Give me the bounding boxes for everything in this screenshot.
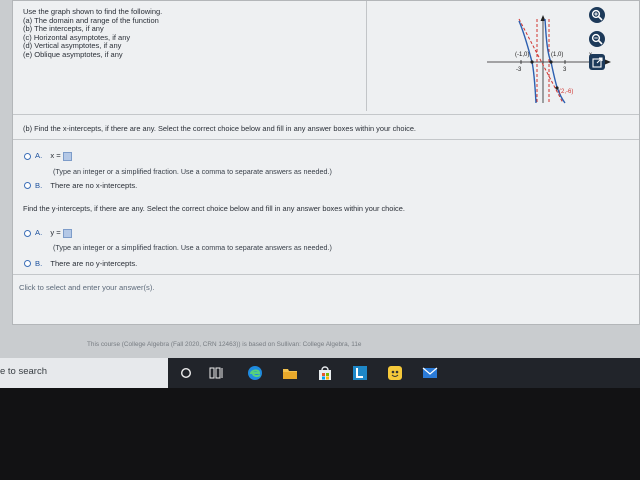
instruction-divider <box>13 139 639 140</box>
label-point-left: (-1,0) <box>515 52 529 58</box>
bitmoji-button[interactable] <box>386 364 404 382</box>
question-item-e: (e) Oblique asymptotes, if any <box>23 49 123 59</box>
zoom-out-button[interactable] <box>589 31 605 47</box>
section-divider <box>13 114 639 115</box>
y-answer-box[interactable] <box>62 228 72 238</box>
monitor-bezel <box>0 388 640 480</box>
l-app-icon <box>353 366 367 380</box>
cortana-icon <box>180 367 192 379</box>
y-choice-b-text: There are no y-intercepts. <box>50 259 138 268</box>
x-choice-a-expr: x = <box>50 151 61 160</box>
question-prompt: Use the graph shown to find the followin… <box>23 7 162 60</box>
file-explorer-button[interactable] <box>281 364 299 382</box>
tick-label-neg: -3 <box>516 67 522 73</box>
bitmoji-icon <box>388 366 402 380</box>
part-y-instruction: Find the y-intercepts, if there are any.… <box>23 204 405 213</box>
question-panel: Use the graph shown to find the followin… <box>12 0 640 325</box>
click-prompt: Click to select and enter your answer(s)… <box>19 283 155 292</box>
y-choice-b-radio[interactable] <box>24 260 31 267</box>
store-icon <box>319 366 331 380</box>
taskbar-search[interactable]: e to search <box>0 358 168 388</box>
lync-button[interactable] <box>351 364 369 382</box>
course-footer: This course (College Algebra (Fall 2020,… <box>87 341 362 348</box>
header-divider <box>366 1 367 111</box>
zoom-in-icon <box>591 9 603 21</box>
zoom-in-button[interactable] <box>589 7 605 23</box>
y-choice-a-hint: (Type an integer or a simplified fractio… <box>53 243 332 252</box>
prompt-divider <box>13 274 639 275</box>
y-choice-b[interactable]: B. There are no y-intercepts. <box>35 259 137 268</box>
x-choice-b-text: There are no x-intercepts. <box>50 181 138 190</box>
x-choice-a[interactable]: A. x = <box>35 151 72 161</box>
zoom-out-icon <box>591 33 603 45</box>
mail-button[interactable] <box>421 364 439 382</box>
x-choice-b-label: B. <box>35 181 43 190</box>
x-choice-b-radio[interactable] <box>24 182 31 189</box>
edge-icon <box>248 366 262 380</box>
folder-icon <box>283 369 297 379</box>
open-graph-button[interactable] <box>589 54 605 70</box>
x-answer-box[interactable] <box>62 151 72 161</box>
store-button[interactable] <box>316 364 334 382</box>
y-choice-b-label: B. <box>35 259 43 268</box>
task-view-icon <box>209 367 223 379</box>
x-choice-a-label: A. <box>35 151 43 160</box>
x-choice-b[interactable]: B. There are no x-intercepts. <box>35 181 137 190</box>
y-choice-a[interactable]: A. y = <box>35 228 72 238</box>
x-choice-a-hint: (Type an integer or a simplified fractio… <box>53 167 332 176</box>
y-choice-a-expr: y = <box>50 228 61 237</box>
part-b-instruction: (b) Find the x-intercepts, if there are … <box>23 124 416 133</box>
external-link-icon <box>591 56 603 68</box>
mail-icon <box>422 367 438 378</box>
x-choice-a-radio[interactable] <box>24 153 31 160</box>
label-point-low: (2,-6) <box>559 89 573 95</box>
browser-viewport: Use the graph shown to find the followin… <box>0 0 640 392</box>
edge-button[interactable] <box>246 364 264 382</box>
y-choice-a-radio[interactable] <box>24 230 31 237</box>
y-choice-a-label: A. <box>35 228 43 237</box>
label-point-right: (1,0) <box>551 52 563 58</box>
tick-label-pos: 3 <box>563 67 567 73</box>
taskbar-search-text: e to search <box>0 366 47 377</box>
taskbar: e to search <box>0 358 640 388</box>
cortana-button[interactable] <box>177 364 195 382</box>
task-view-button[interactable] <box>207 364 225 382</box>
